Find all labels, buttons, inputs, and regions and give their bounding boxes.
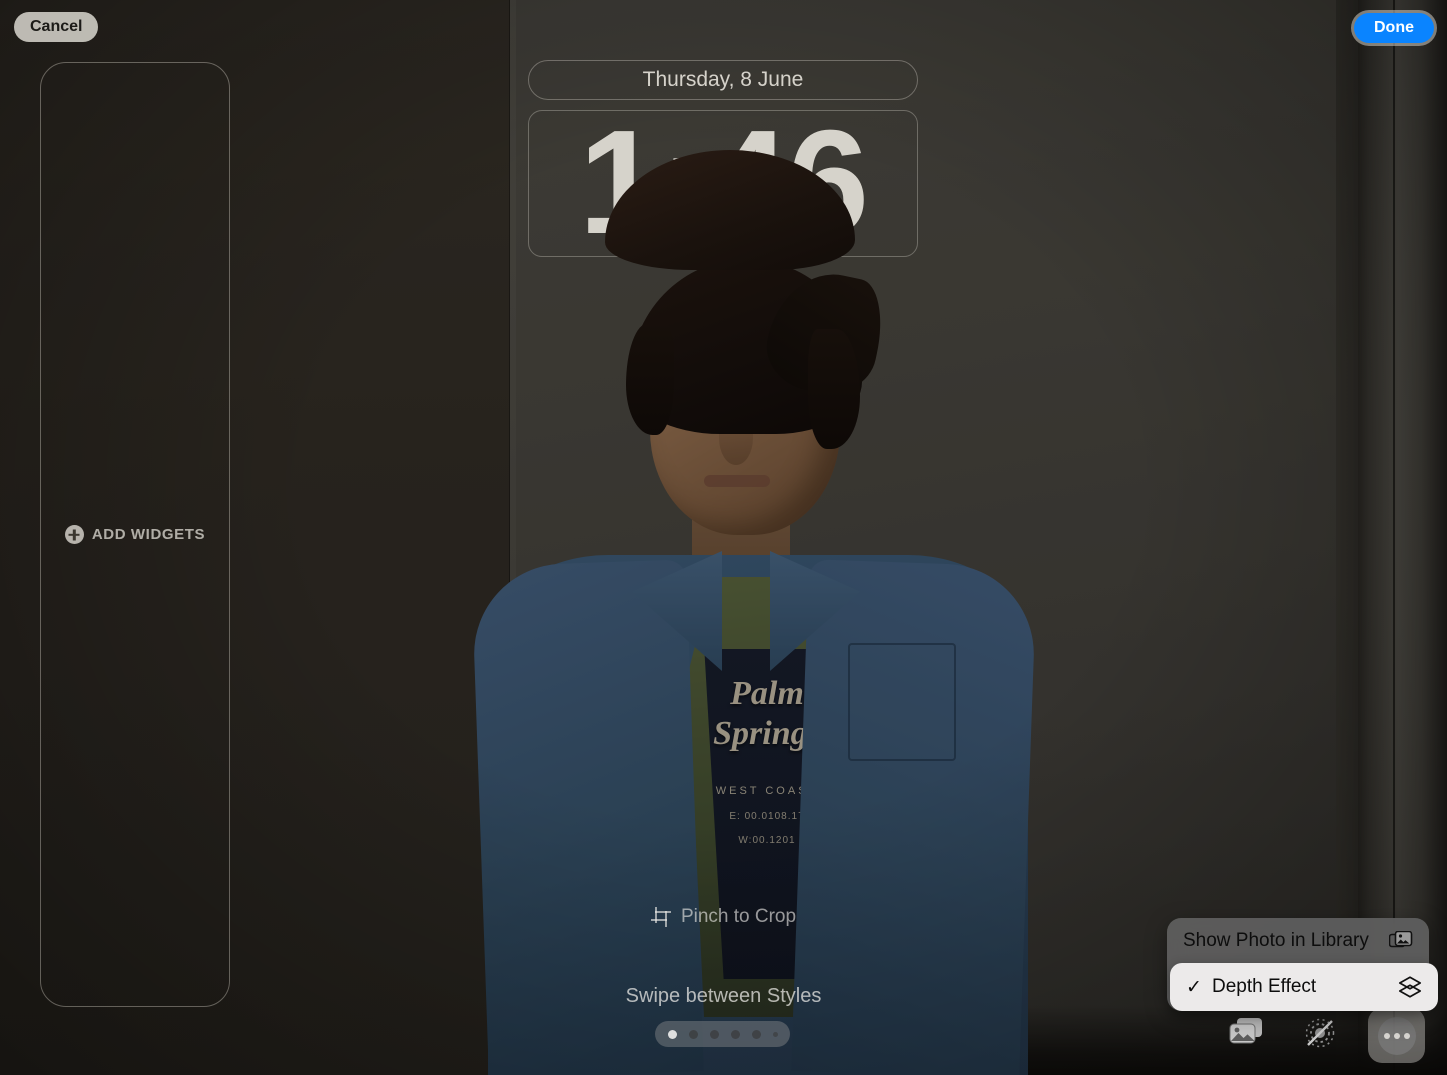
style-dot-4[interactable] xyxy=(730,1029,740,1039)
menu-item-depth-effect[interactable]: ✓ Depth Effect xyxy=(1170,963,1438,1011)
date-text: Thursday, 8 June xyxy=(642,68,804,91)
layers-icon xyxy=(1398,976,1422,998)
pinch-to-crop-label: Pinch to Crop xyxy=(680,906,797,927)
cancel-button[interactable]: Cancel xyxy=(14,12,99,42)
widget-panel[interactable]: ADD WIDGETS xyxy=(40,62,230,1007)
plus-circle-icon xyxy=(64,525,84,544)
photo-library-button[interactable] xyxy=(1228,1016,1264,1046)
style-dot-5[interactable] xyxy=(751,1029,761,1039)
style-dot-1[interactable] xyxy=(667,1029,677,1039)
add-widgets-label: ADD WIDGETS xyxy=(91,526,206,543)
ellipsis-icon xyxy=(1377,1016,1416,1055)
style-page-indicator[interactable] xyxy=(655,1021,790,1047)
style-dot-2[interactable] xyxy=(688,1029,698,1039)
photo-options-context-menu: Show Photo in Library ✓ Depth Effect xyxy=(1167,918,1438,1011)
checkmark-icon: ✓ xyxy=(1186,976,1202,998)
menu-item-depth-effect-label: Depth Effect xyxy=(1212,976,1317,997)
menu-item-show-photo-in-library[interactable]: Show Photo in Library xyxy=(1167,918,1429,963)
menu-item-show-photo-label: Show Photo in Library xyxy=(1183,929,1369,951)
style-dot-6[interactable] xyxy=(772,1031,778,1037)
live-photo-off-button[interactable] xyxy=(1303,1016,1337,1050)
done-button-ring: Done xyxy=(1351,10,1437,46)
live-photo-off-icon xyxy=(1303,1016,1337,1050)
style-dot-3[interactable] xyxy=(709,1029,719,1039)
crop-icon xyxy=(650,907,671,927)
date-widget[interactable]: Thursday, 8 June xyxy=(528,60,918,100)
more-options-button[interactable] xyxy=(1368,1008,1425,1063)
done-button[interactable]: Done xyxy=(1354,13,1434,43)
lock-screen-editor: Palm Springs WEST COAST E: 00.0108.17 W:… xyxy=(0,0,1447,1075)
add-widgets-button[interactable]: ADD WIDGETS xyxy=(64,525,206,544)
photo-stack-icon xyxy=(1389,930,1413,951)
photo-library-icon xyxy=(1228,1016,1264,1046)
